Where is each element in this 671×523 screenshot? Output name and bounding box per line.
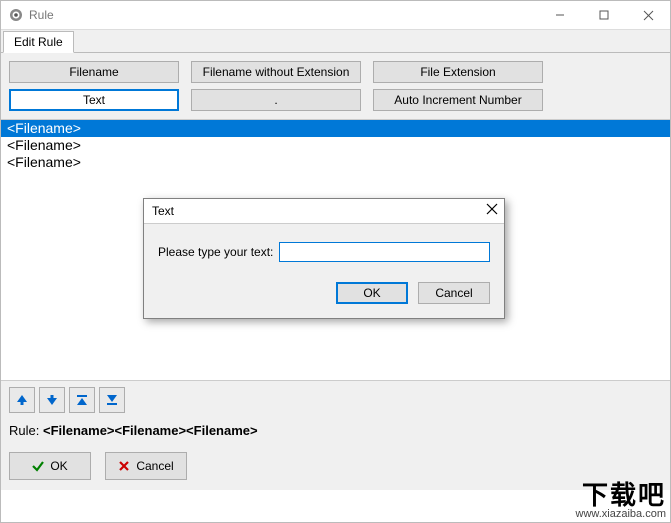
titlebar: Rule bbox=[1, 1, 670, 30]
rule-preview: Rule: <Filename><Filename><Filename> bbox=[9, 423, 662, 438]
dialog-close-button[interactable] bbox=[486, 203, 498, 219]
dialog-cancel-button[interactable]: Cancel bbox=[418, 282, 490, 304]
arrow-to-bottom-icon bbox=[105, 393, 119, 407]
list-item[interactable]: <Filename> bbox=[1, 154, 670, 171]
close-icon bbox=[643, 10, 654, 21]
ok-button-label: OK bbox=[50, 459, 67, 473]
cancel-button-label: Cancel bbox=[136, 459, 173, 473]
watermark-url: www.xiazaiba.com bbox=[576, 508, 666, 520]
close-button[interactable] bbox=[626, 1, 670, 29]
ok-button[interactable]: OK bbox=[9, 452, 91, 480]
rule-list[interactable]: <Filename> <Filename> <Filename> Text Pl… bbox=[1, 120, 670, 381]
arrow-to-top-icon bbox=[75, 393, 89, 407]
list-item[interactable]: <Filename> bbox=[1, 120, 670, 137]
dialog-ok-button[interactable]: OK bbox=[336, 282, 408, 304]
reorder-toolbar bbox=[9, 387, 662, 413]
text-button[interactable]: Text bbox=[9, 89, 179, 111]
dialog-titlebar: Text bbox=[144, 199, 504, 224]
text-input[interactable] bbox=[279, 242, 490, 262]
window-title: Rule bbox=[29, 8, 538, 22]
move-up-button[interactable] bbox=[9, 387, 35, 413]
text-dialog: Text Please type your text: OK Cancel bbox=[143, 198, 505, 319]
cancel-button[interactable]: Cancel bbox=[105, 452, 187, 480]
dot-button[interactable]: . bbox=[191, 89, 361, 111]
minimize-button[interactable] bbox=[538, 1, 582, 29]
filename-button[interactable]: Filename bbox=[9, 61, 179, 83]
toolbar: Filename Filename without Extension File… bbox=[1, 53, 670, 120]
bottom-panel: Rule: <Filename><Filename><Filename> OK … bbox=[1, 381, 670, 490]
move-to-bottom-button[interactable] bbox=[99, 387, 125, 413]
move-to-top-button[interactable] bbox=[69, 387, 95, 413]
dialog-prompt-label: Please type your text: bbox=[158, 245, 273, 259]
file-extension-button[interactable]: File Extension bbox=[373, 61, 543, 83]
close-icon bbox=[486, 203, 498, 215]
check-icon bbox=[32, 460, 44, 472]
tab-edit-rule[interactable]: Edit Rule bbox=[3, 31, 74, 53]
arrow-up-icon bbox=[15, 393, 29, 407]
list-item[interactable]: <Filename> bbox=[1, 137, 670, 154]
rule-label: Rule: bbox=[9, 423, 39, 438]
dialog-title: Text bbox=[152, 204, 486, 218]
main-window: Rule Edit Rule Filename Filename without… bbox=[0, 0, 671, 523]
minimize-icon bbox=[555, 10, 565, 20]
x-icon bbox=[118, 460, 130, 472]
move-down-button[interactable] bbox=[39, 387, 65, 413]
tabstrip: Edit Rule bbox=[1, 30, 670, 53]
rule-value: <Filename><Filename><Filename> bbox=[43, 423, 258, 438]
auto-increment-button[interactable]: Auto Increment Number bbox=[373, 89, 543, 111]
app-icon bbox=[9, 8, 23, 22]
filename-without-extension-button[interactable]: Filename without Extension bbox=[191, 61, 361, 83]
arrow-down-icon bbox=[45, 393, 59, 407]
maximize-icon bbox=[599, 10, 609, 20]
maximize-button[interactable] bbox=[582, 1, 626, 29]
